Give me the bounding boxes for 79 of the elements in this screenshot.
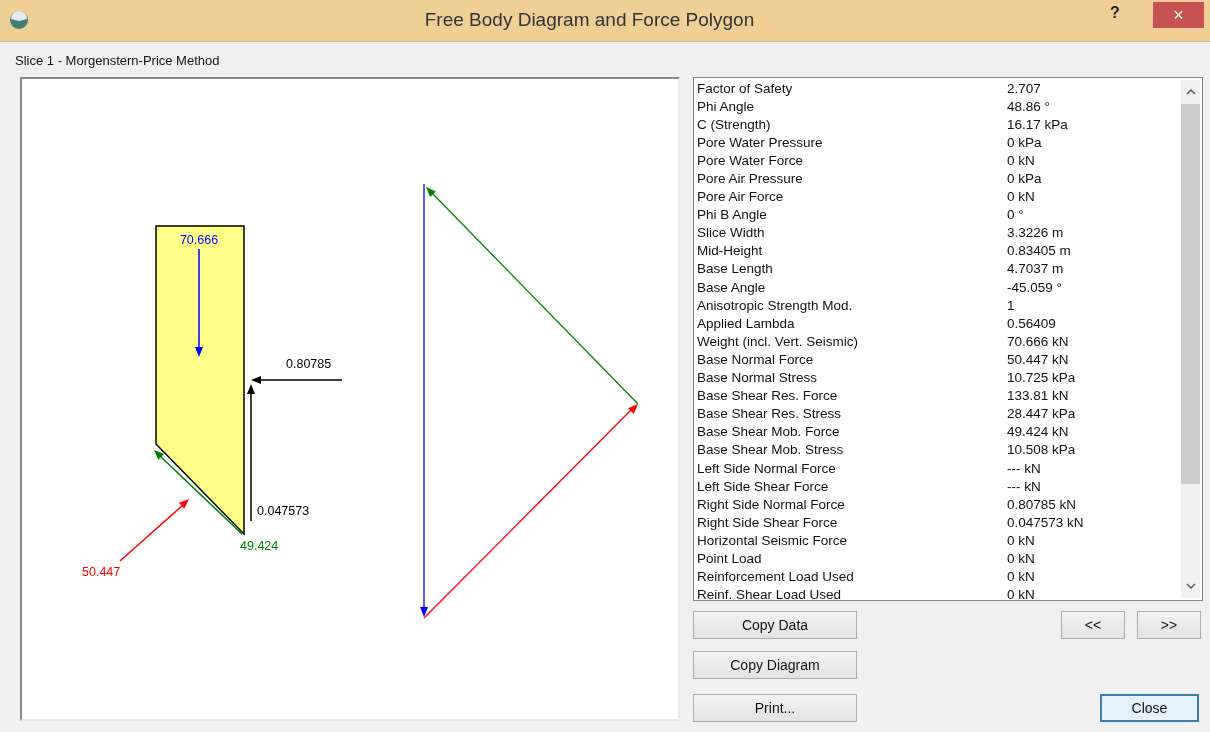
property-value: 10.508 kPa	[1007, 442, 1076, 458]
force-label: 0.047573	[257, 504, 310, 518]
property-value: 16.17 kPa	[1007, 116, 1068, 132]
property-name: Right Side Shear Force	[697, 514, 839, 530]
scroll-down-icon[interactable]	[1185, 583, 1196, 589]
scrollbar-thumb[interactable]	[1181, 104, 1200, 484]
property-value: -45.059 °	[1007, 279, 1062, 295]
property-name: Mid-Height	[697, 243, 764, 259]
property-value: 0.047573 kN	[1007, 514, 1084, 530]
property-value: 0 kN	[1007, 152, 1035, 168]
copy-diagram-button[interactable]: Copy Diagram	[693, 651, 857, 679]
property-name: Base Normal Stress	[697, 370, 819, 386]
property-name: Pore Air Pressure	[697, 171, 804, 186]
property-name: Base Shear Mob. Force	[697, 424, 841, 440]
property-value: 0.83405 m	[1007, 243, 1071, 259]
property-value: 0 kN	[1007, 569, 1035, 585]
property-value: 70.666 kN	[1007, 333, 1069, 349]
copy-data-button[interactable]: Copy Data	[693, 611, 857, 639]
property-name: Factor of Safety	[697, 80, 794, 96]
scroll-up-icon[interactable]	[1185, 89, 1196, 95]
property-name: Base Shear Res. Force	[697, 388, 839, 404]
scrollbar[interactable]	[1181, 80, 1200, 598]
property-name: Slice Width	[697, 225, 766, 241]
property-name: Right Side Normal Force	[697, 496, 846, 512]
property-value: 0 kN	[1007, 532, 1035, 548]
property-value: 0 kN	[1007, 551, 1035, 566]
force-label: 50.447	[82, 565, 121, 579]
property-name: Pore Air Force	[697, 189, 785, 205]
force-label: 70.666	[179, 233, 219, 247]
property-name: Reinforcement Load Used	[697, 569, 855, 585]
property-name: Base Shear Res. Stress	[697, 406, 843, 422]
slice-caption: Slice 1 - Morgenstern-Price Method	[14, 52, 221, 66]
window-title: Free Body Diagram and Force Polygon	[423, 9, 756, 31]
property-name: Left Side Normal Force	[697, 460, 837, 476]
help-button[interactable]: ?	[1110, 4, 1130, 22]
property-value: 133.81 kN	[1007, 388, 1069, 404]
property-value: 2.707	[1007, 80, 1041, 96]
print-button[interactable]: Print...	[693, 694, 857, 722]
property-value: 0 kPa	[1007, 171, 1042, 186]
property-value: 50.447 kN	[1007, 351, 1069, 367]
property-name: Base Normal Force	[697, 351, 815, 367]
force-label: 0.80785	[286, 357, 332, 371]
force-label: 49.424	[240, 539, 279, 553]
property-name: Reinf. Shear Load Used	[697, 587, 843, 603]
property-value: --- kN	[1007, 460, 1041, 476]
property-name: Point Load	[697, 551, 763, 566]
property-name: Horizontal Seismic Force	[697, 532, 849, 548]
property-value: 0.80785 kN	[1007, 496, 1077, 512]
property-name: Base Angle	[697, 279, 767, 295]
property-name: Left Side Shear Force	[697, 478, 830, 494]
next-button[interactable]: >>	[1137, 611, 1201, 639]
close-dialog-button[interactable]: Close	[1100, 694, 1199, 722]
property-value: 0 kN	[1007, 587, 1035, 603]
property-value: 0 kPa	[1007, 134, 1042, 150]
property-name: Pore Water Force	[697, 152, 805, 168]
previous-button[interactable]: <<	[1061, 611, 1125, 639]
property-name: Phi B Angle	[697, 207, 768, 223]
property-value: 0 kN	[1007, 189, 1035, 205]
property-name: Base Shear Mob. Stress	[697, 442, 845, 458]
property-name: Applied Lambda	[697, 315, 796, 331]
property-value: 1	[1007, 297, 1015, 313]
property-name: Weight (incl. Vert. Seismic)	[697, 333, 860, 349]
property-name: Pore Water Pressure	[697, 134, 824, 150]
property-value: 28.447 kPa	[1007, 406, 1076, 422]
property-value: 0.56409	[1007, 315, 1056, 331]
property-value: 10.725 kPa	[1007, 370, 1076, 386]
property-value: 49.424 kN	[1007, 424, 1069, 440]
close-button[interactable]: ×	[1153, 2, 1204, 28]
property-value: 0 °	[1007, 207, 1024, 223]
property-value: 4.7037 m	[1007, 261, 1064, 277]
property-name: C (Strength)	[697, 116, 772, 132]
property-name: Anisotropic Strength Mod.	[697, 297, 854, 313]
property-value: --- kN	[1007, 478, 1041, 494]
property-name: Base Length	[697, 261, 774, 277]
property-value: 48.86 °	[1007, 98, 1050, 114]
force-arrow	[119, 499, 189, 562]
app-icon	[9, 10, 29, 30]
property-name: Phi Angle	[697, 98, 756, 114]
property-value: 3.3226 m	[1007, 225, 1064, 241]
